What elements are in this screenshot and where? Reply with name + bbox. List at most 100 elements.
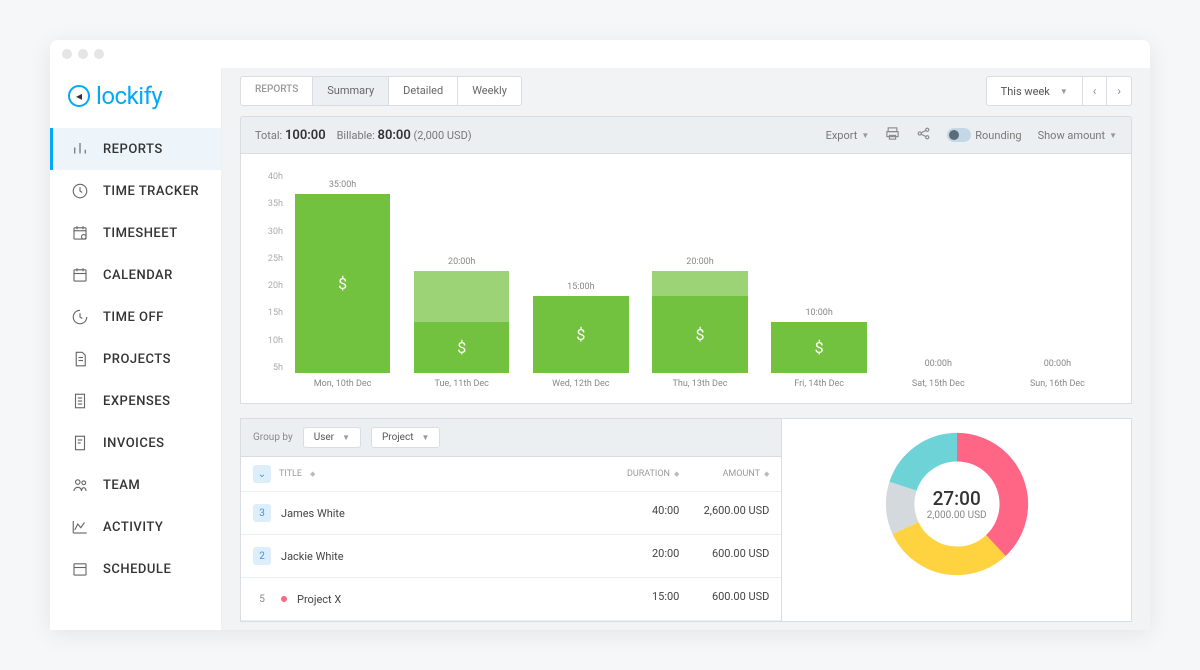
sidebar-item-team[interactable]: TEAM — [50, 464, 221, 506]
col-title[interactable]: TITLE — [279, 469, 302, 479]
sort-icon[interactable]: ◆ — [310, 470, 315, 478]
bar-segment-nonbillable — [652, 271, 747, 297]
tab-weekly[interactable]: Weekly — [458, 77, 521, 105]
row-badge: 5 — [253, 590, 271, 608]
row-duration: 40:00 — [589, 504, 679, 522]
tab-summary[interactable]: Summary — [313, 77, 389, 105]
bar-column: 35:00h$Mon, 10th Dec — [283, 168, 402, 373]
app-body: lockify REPORTSTIME TRACKERTIMESHEET CALE… — [50, 68, 1150, 630]
row-duration: 15:00 — [589, 590, 679, 608]
clock-icon — [71, 182, 89, 200]
bars-icon — [71, 140, 89, 158]
dollar-icon: $ — [457, 338, 466, 357]
sidebar-item-label: TIME OFF — [103, 310, 164, 325]
bar-stack[interactable]: $ — [652, 271, 747, 374]
table-row[interactable]: 3James White40:002,600.00 USD — [241, 492, 781, 535]
row-amount: 600.00 USD — [679, 590, 769, 608]
y-tick: 15h — [255, 308, 283, 318]
sidebar-item-time-tracker[interactable]: TIME TRACKER — [50, 170, 221, 212]
sidebar: lockify REPORTSTIME TRACKERTIMESHEET CALE… — [50, 68, 222, 630]
sidebar-item-time-off[interactable]: TIME OFF — [50, 296, 221, 338]
date-prev-button[interactable]: ‹ — [1083, 77, 1108, 105]
toggle-switch[interactable] — [947, 128, 971, 142]
sidebar-item-label: PROJECTS — [103, 352, 171, 367]
sidebar-item-reports[interactable]: REPORTS — [50, 128, 221, 170]
bar-column: 00:00hSat, 15th Dec — [879, 168, 998, 373]
print-icon[interactable] — [885, 126, 900, 144]
sidebar-item-timesheet[interactable]: TIMESHEET — [50, 212, 221, 254]
dollar-icon: $ — [695, 325, 704, 344]
rounding-toggle[interactable]: Rounding — [947, 128, 1021, 142]
y-tick: 5h — [255, 363, 283, 373]
bar-stack[interactable]: $ — [533, 296, 628, 373]
expand-all-button[interactable]: ⌄ — [253, 465, 271, 483]
row-name: James White — [281, 507, 345, 520]
bar-category-label: Tue, 11th Dec — [435, 379, 489, 389]
group-chip-project[interactable]: Project▼ — [371, 427, 440, 448]
date-range-control: This week ▼ ‹ › — [986, 76, 1132, 106]
bar-category-label: Thu, 13th Dec — [673, 379, 728, 389]
bar-stack[interactable]: $ — [295, 194, 390, 373]
row-name: Jackie White — [281, 550, 344, 563]
billable-amount: (2,000 USD) — [414, 129, 472, 142]
export-button[interactable]: Export ▼ — [826, 129, 870, 142]
row-name: Project X — [297, 593, 341, 606]
logo[interactable]: lockify — [50, 68, 221, 128]
main-content: REPORTS Summary Detailed Weekly This wee… — [222, 68, 1150, 630]
tab-detailed[interactable]: Detailed — [389, 77, 458, 105]
bar-category-label: Wed, 12th Dec — [552, 379, 609, 389]
row-badge: 2 — [253, 547, 271, 565]
bar-column: 20:00h$Tue, 11th Dec — [402, 168, 521, 373]
top-controls: REPORTS Summary Detailed Weekly This wee… — [240, 76, 1132, 106]
sidebar-item-label: INVOICES — [103, 436, 165, 451]
group-chip-user[interactable]: User▼ — [303, 427, 361, 448]
donut-card: 27:00 2,000.00 USD — [782, 418, 1132, 622]
sidebar-item-projects[interactable]: PROJECTS — [50, 338, 221, 380]
chevron-down-icon: ▼ — [342, 433, 350, 442]
y-tick: 35h — [255, 199, 283, 209]
sidebar-item-expenses[interactable]: EXPENSES — [50, 380, 221, 422]
sidebar-item-label: EXPENSES — [103, 394, 171, 409]
sidebar-item-schedule[interactable]: SCHEDULE — [50, 548, 221, 590]
bar-value-label: 15:00h — [567, 282, 594, 292]
bar-column: 00:00hSun, 16th Dec — [998, 168, 1117, 373]
sidebar-item-calendar[interactable]: CALENDAR — [50, 254, 221, 296]
bar-value-label: 35:00h — [329, 180, 356, 190]
calendar-icon — [71, 266, 89, 284]
bar-segment-billable: $ — [652, 296, 747, 373]
bar-stack[interactable]: $ — [771, 322, 866, 373]
receipt-icon — [71, 392, 89, 410]
bar-stack[interactable]: $ — [414, 271, 509, 374]
chart-card: 40h35h30h25h20h15h10h5h 35:00h$Mon, 10th… — [240, 154, 1132, 404]
summary-totals: Total: 100:00 Billable: 80:00 (2,000 USD… — [255, 128, 472, 143]
report-tabs: REPORTS Summary Detailed Weekly — [240, 76, 522, 106]
col-amount[interactable]: AMOUNT — [723, 469, 760, 479]
table-row[interactable]: 2Jackie White20:00600.00 USD — [241, 535, 781, 578]
app-window: lockify REPORTSTIME TRACKERTIMESHEET CALE… — [50, 40, 1150, 630]
bar-segment-billable: $ — [414, 322, 509, 373]
date-range-select[interactable]: This week ▼ — [987, 77, 1083, 105]
row-amount: 600.00 USD — [679, 547, 769, 565]
summary-actions: Export ▼ Rounding Show amount — [826, 126, 1117, 144]
sidebar-item-label: CALENDAR — [103, 268, 173, 283]
billable-label: Billable: — [337, 129, 375, 142]
schedule-icon — [71, 560, 89, 578]
sidebar-item-activity[interactable]: ACTIVITY — [50, 506, 221, 548]
breakdown-table: Group by User▼ Project▼ ⌄ TITLE ◆ — [240, 418, 782, 622]
donut-value: 27:00 — [927, 487, 987, 510]
logo-text: lockify — [96, 82, 162, 110]
y-tick: 10h — [255, 336, 283, 346]
group-by-bar: Group by User▼ Project▼ — [241, 419, 781, 457]
share-icon[interactable] — [916, 126, 931, 144]
sidebar-item-invoices[interactable]: INVOICES — [50, 422, 221, 464]
table-row[interactable]: 5 Project X 15:00600.00 USD — [241, 578, 781, 621]
bar-column: 20:00h$Thu, 13th Dec — [640, 168, 759, 373]
show-amount-button[interactable]: Show amount ▼ — [1038, 129, 1117, 142]
chevron-down-icon: ▼ — [1109, 131, 1117, 140]
col-duration[interactable]: DURATION — [627, 469, 670, 479]
date-next-button[interactable]: › — [1107, 77, 1131, 105]
bar-category-label: Sat, 15th Dec — [912, 379, 965, 389]
bar-column: 10:00h$Fri, 14th Dec — [760, 168, 879, 373]
sort-icon[interactable]: ◆ — [764, 470, 769, 478]
invoice-icon — [71, 434, 89, 452]
